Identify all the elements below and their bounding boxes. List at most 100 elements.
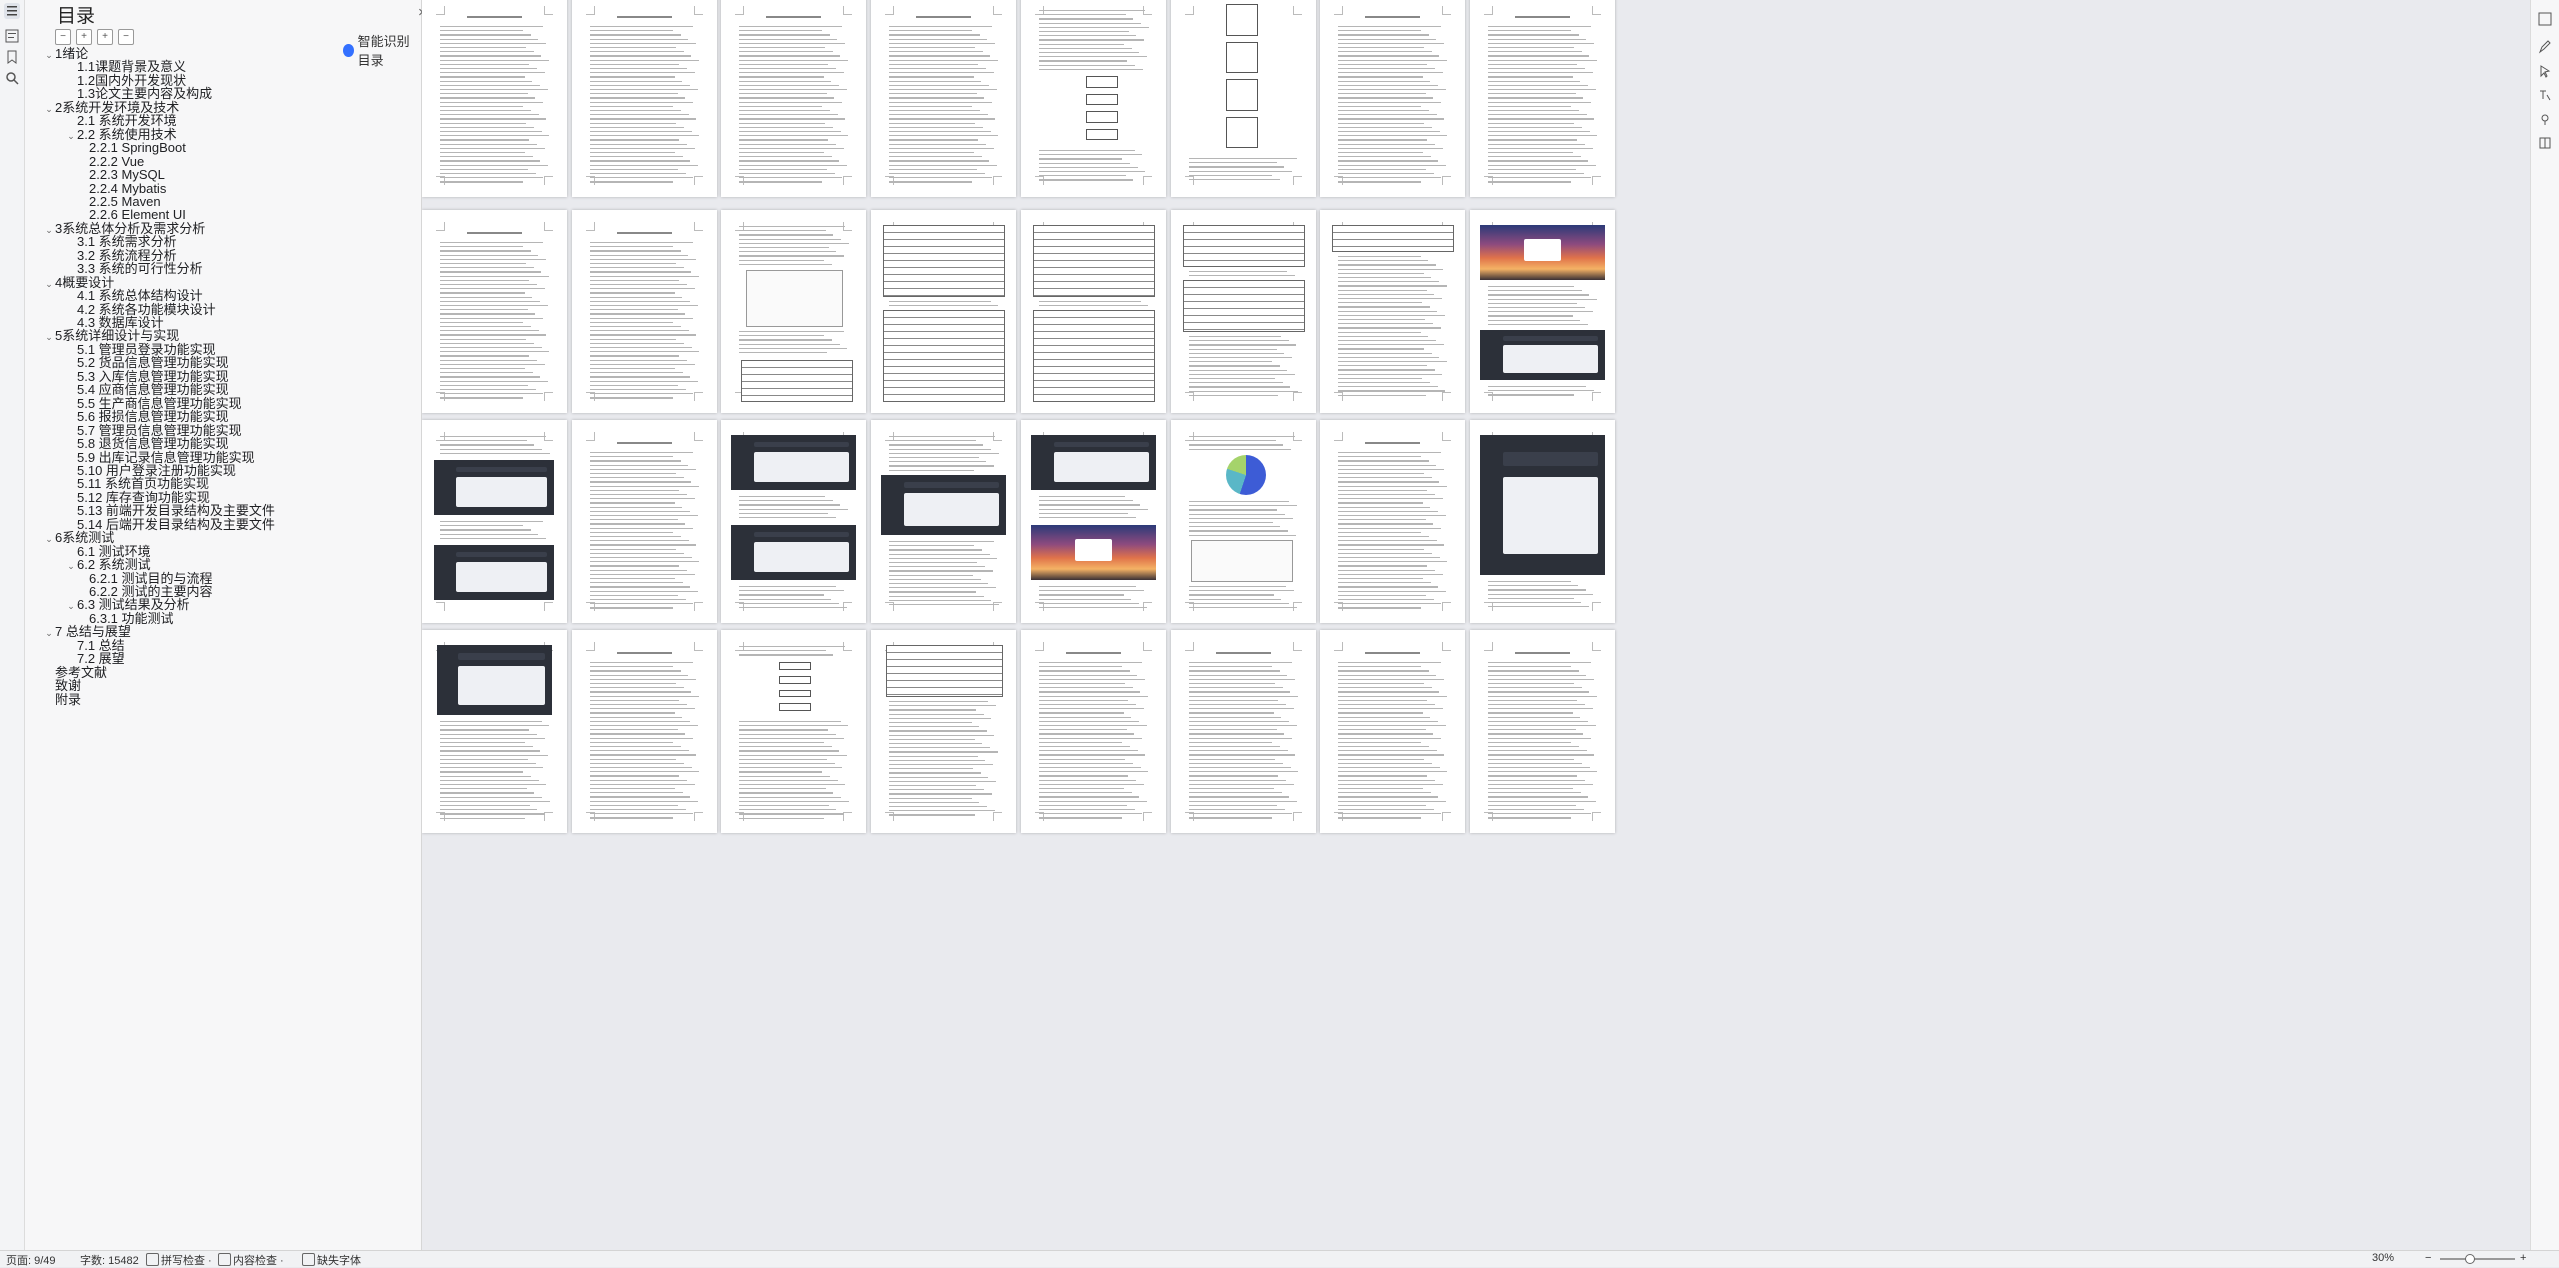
bookmark-icon[interactable] xyxy=(4,49,20,65)
toc-item[interactable]: 附录 xyxy=(43,690,81,710)
book-icon[interactable] xyxy=(2538,136,2552,150)
page-thumbnail[interactable] xyxy=(1171,0,1316,197)
text-line xyxy=(1338,456,1421,458)
page-thumbnail[interactable] xyxy=(572,420,717,623)
toc-expand-icon[interactable]: ⌄ xyxy=(65,126,77,146)
text-line xyxy=(1189,526,1281,528)
page-thumbnail[interactable] xyxy=(572,210,717,413)
zoom-level[interactable]: 30% xyxy=(2372,1252,2394,1264)
page-thumbnail[interactable] xyxy=(1021,630,1166,833)
page-thumbnail[interactable] xyxy=(1470,420,1615,623)
text-line xyxy=(1338,173,1434,175)
text-line xyxy=(1488,754,1595,756)
text-line xyxy=(590,89,698,91)
page-thumbnail[interactable] xyxy=(1320,420,1465,623)
page-thumbnail[interactable] xyxy=(1470,0,1615,197)
page-thumbnail[interactable] xyxy=(721,0,866,197)
text-line xyxy=(440,448,542,450)
text-line xyxy=(590,561,700,563)
page-thumbnail[interactable] xyxy=(871,0,1016,197)
text-line xyxy=(1338,544,1445,546)
text-line xyxy=(1338,394,1426,396)
page-thumbnail[interactable] xyxy=(1320,210,1465,413)
search-icon[interactable] xyxy=(4,70,20,86)
zoom-in-button[interactable]: + xyxy=(2520,1252,2526,1264)
page-grid[interactable] xyxy=(422,0,2559,1250)
text-line xyxy=(440,271,542,273)
smart-toc-button[interactable]: 智能识别目录 xyxy=(343,31,421,69)
text-line xyxy=(1338,122,1425,124)
text-line xyxy=(1488,80,1581,82)
page-thumbnail[interactable] xyxy=(1171,420,1316,623)
crop-mark xyxy=(1293,392,1302,401)
text-line xyxy=(1338,30,1421,32)
zoom-slider-handle[interactable] xyxy=(2465,1254,2475,1264)
page-thumbnail[interactable] xyxy=(1021,420,1166,623)
text-line xyxy=(1039,708,1144,710)
toc-expand-icon[interactable]: ⌄ xyxy=(43,220,55,240)
text-line xyxy=(739,226,846,228)
toc-expand-icon[interactable]: ⌄ xyxy=(43,45,55,65)
page-thumbnail[interactable] xyxy=(1320,0,1465,197)
flow-node xyxy=(778,675,811,684)
toc-expand-icon[interactable]: ⌄ xyxy=(43,623,55,643)
cursor-icon[interactable] xyxy=(2538,64,2552,78)
text-line xyxy=(1338,708,1443,710)
page-thumbnail[interactable] xyxy=(422,0,567,197)
page-thumbnail[interactable] xyxy=(572,0,717,197)
toc-expand-icon[interactable]: ⌄ xyxy=(43,327,55,347)
toc-expand-icon[interactable]: ⌄ xyxy=(43,99,55,119)
page-thumbnail[interactable] xyxy=(1320,630,1465,833)
flow-node xyxy=(1086,111,1118,123)
text-line xyxy=(1039,809,1135,811)
text-line xyxy=(739,796,841,798)
page-thumbnail[interactable] xyxy=(1470,210,1615,413)
text-line xyxy=(1338,678,1444,681)
text-line xyxy=(1039,171,1146,173)
page-thumbnail[interactable] xyxy=(721,630,866,833)
page-thumbnail[interactable] xyxy=(422,210,567,413)
zoom-out-button[interactable]: − xyxy=(2425,1252,2431,1264)
translate-icon[interactable] xyxy=(2538,88,2552,102)
expand-all-button[interactable]: + xyxy=(76,29,92,45)
collapse-all-button[interactable]: − xyxy=(55,29,71,45)
page-thumbnail[interactable] xyxy=(1171,210,1316,413)
page-thumbnail[interactable] xyxy=(1171,630,1316,833)
text-line xyxy=(590,557,692,559)
pen-icon[interactable] xyxy=(2538,40,2552,54)
toc-expand-icon[interactable]: ⌄ xyxy=(43,274,55,294)
text-line xyxy=(1338,139,1428,141)
text-line xyxy=(1039,607,1147,609)
text-line xyxy=(889,810,995,812)
page-thumbnail[interactable] xyxy=(422,630,567,833)
toc-expand-icon[interactable]: ⌄ xyxy=(65,596,77,616)
location-icon[interactable] xyxy=(2538,112,2552,126)
toc-expand-icon[interactable]: ⌄ xyxy=(65,556,77,576)
text-line xyxy=(590,716,683,718)
page-thumbnail[interactable] xyxy=(422,420,567,623)
text-line xyxy=(1189,594,1274,596)
screenshot-header xyxy=(455,466,547,473)
page-thumbnail[interactable] xyxy=(871,630,1016,833)
page-heading xyxy=(617,16,672,18)
text-line xyxy=(1338,725,1446,727)
add-heading-button[interactable]: + xyxy=(97,29,113,45)
toc-icon[interactable] xyxy=(4,3,20,19)
page-thumbnail[interactable] xyxy=(721,210,866,413)
page-thumbnail[interactable] xyxy=(572,630,717,833)
text-line xyxy=(440,721,542,723)
flow-node xyxy=(1226,79,1258,111)
zoom-slider-track[interactable] xyxy=(2440,1258,2515,1260)
page-thumbnail[interactable] xyxy=(721,420,866,623)
remove-heading-button[interactable]: − xyxy=(118,29,134,45)
page-thumbnail[interactable] xyxy=(1470,630,1615,833)
page-thumbnail[interactable] xyxy=(1021,0,1166,197)
page-thumbnail[interactable] xyxy=(871,420,1016,623)
text-line xyxy=(739,59,849,61)
page-thumbnail[interactable] xyxy=(1021,210,1166,413)
page-thumbnail[interactable] xyxy=(871,210,1016,413)
outline-icon[interactable] xyxy=(4,28,20,44)
edit-icon[interactable] xyxy=(2538,12,2552,26)
data-table xyxy=(741,360,853,402)
toc-expand-icon[interactable]: ⌄ xyxy=(43,529,55,549)
